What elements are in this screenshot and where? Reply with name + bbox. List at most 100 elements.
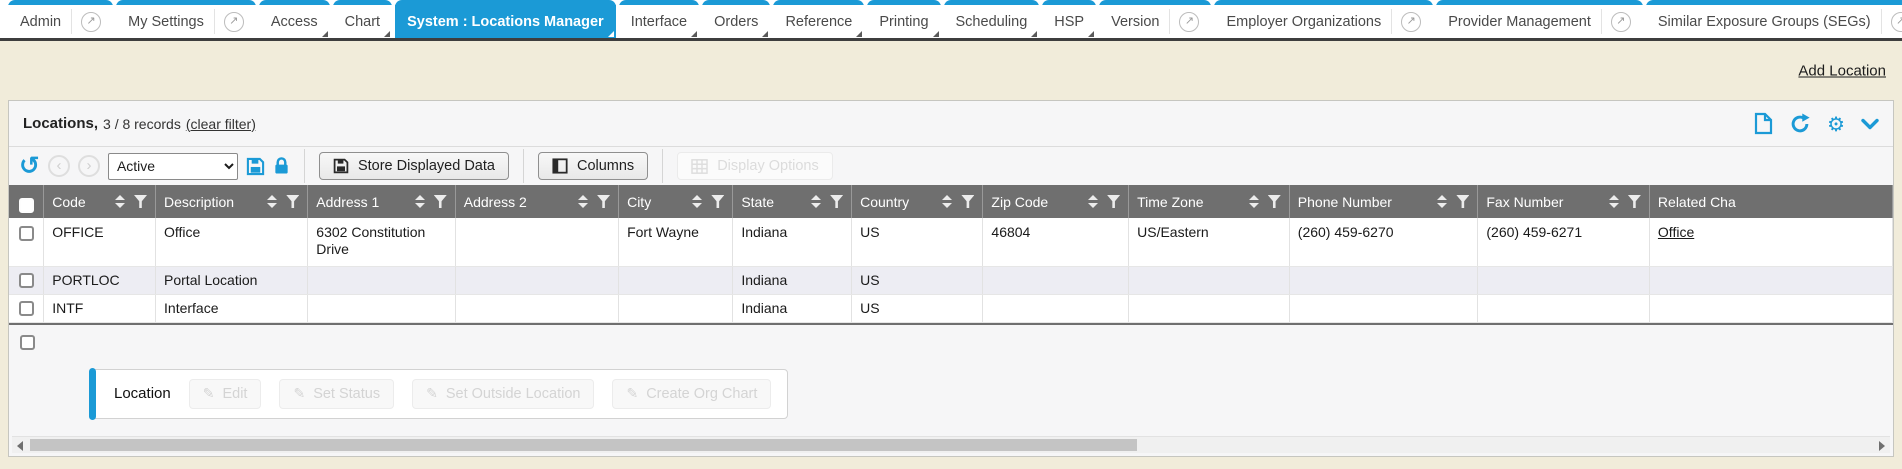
tab-version[interactable]: Version↗: [1099, 0, 1211, 38]
tab-system-locations-manager[interactable]: System : Locations Manager: [395, 0, 616, 38]
tab-caret-icon: [762, 31, 768, 37]
column-label: Related Cha: [1658, 194, 1736, 210]
sort-icon[interactable]: [1249, 195, 1259, 208]
sort-icon[interactable]: [692, 195, 702, 208]
cell-text: INTF: [52, 300, 83, 316]
open-in-new-icon[interactable]: ↗: [1401, 12, 1421, 32]
collapse-chevron-icon[interactable]: [1861, 118, 1879, 130]
tab-interface[interactable]: Interface: [619, 0, 699, 38]
filter-icon[interactable]: [434, 195, 447, 208]
new-document-icon[interactable]: [1754, 112, 1773, 135]
tab-my-settings[interactable]: My Settings↗: [116, 0, 256, 38]
next-page-button[interactable]: ›: [78, 155, 100, 177]
filter-icon[interactable]: [1456, 195, 1469, 208]
filter-icon[interactable]: [1628, 195, 1641, 208]
sort-up-arrow: [1437, 195, 1447, 200]
sort-up-arrow: [115, 195, 125, 200]
tab-employer-organizations[interactable]: Employer Organizations↗: [1214, 0, 1433, 38]
tab-reference[interactable]: Reference: [773, 0, 864, 38]
columns-button[interactable]: Columns: [538, 152, 648, 180]
column-header-related-cha[interactable]: Related Cha: [1649, 185, 1892, 218]
panel-accent-bar: [89, 368, 96, 420]
filter-icon[interactable]: [134, 195, 147, 208]
horizontal-scrollbar[interactable]: [12, 436, 1890, 453]
tab-body: Printing: [867, 5, 940, 38]
cell-description: Interface: [156, 294, 308, 322]
open-in-new-icon[interactable]: ↗: [1891, 12, 1902, 32]
column-header-zip-code[interactable]: Zip Code: [983, 185, 1129, 218]
sort-icon[interactable]: [578, 195, 588, 208]
tab-admin[interactable]: Admin↗: [8, 0, 113, 38]
sort-icon[interactable]: [1088, 195, 1098, 208]
cell-address-2: [455, 266, 618, 294]
open-in-new-icon[interactable]: ↗: [81, 12, 101, 32]
button-label: Edit: [222, 386, 247, 402]
cell-state: Indiana: [733, 218, 852, 266]
scroll-left-arrow-icon[interactable]: [17, 441, 23, 451]
tab-label: Printing: [879, 14, 928, 30]
column-header-inner: Related Cha: [1658, 194, 1884, 210]
row-checkbox[interactable]: [19, 301, 34, 316]
row-checkbox[interactable]: [19, 273, 34, 288]
cell-text: 46804: [991, 224, 1030, 240]
cell-text: Interface: [164, 300, 218, 316]
bottom-select-checkbox[interactable]: [20, 335, 35, 350]
cell-address-1: [308, 266, 455, 294]
column-header-code[interactable]: Code: [44, 185, 156, 218]
lock-icon[interactable]: [273, 156, 290, 176]
sort-icon[interactable]: [942, 195, 952, 208]
filter-icon[interactable]: [961, 195, 974, 208]
column-header-fax-number[interactable]: Fax Number: [1478, 185, 1650, 218]
column-header-phone-number[interactable]: Phone Number: [1289, 185, 1478, 218]
tab-printing[interactable]: Printing: [867, 0, 940, 38]
undo-refresh-icon[interactable]: ↺: [19, 155, 40, 177]
sort-icon[interactable]: [267, 195, 277, 208]
column-header-description[interactable]: Description: [156, 185, 308, 218]
tab-scheduling[interactable]: Scheduling: [944, 0, 1040, 38]
tab-provider-management[interactable]: Provider Management↗: [1436, 0, 1643, 38]
filter-icon[interactable]: [286, 195, 299, 208]
row-checkbox[interactable]: [19, 226, 34, 241]
column-header-time-zone[interactable]: Time Zone: [1129, 185, 1290, 218]
refresh-icon[interactable]: [1789, 113, 1811, 135]
save-view-icon[interactable]: [246, 157, 265, 176]
tab-orders[interactable]: Orders: [702, 0, 770, 38]
tab-access[interactable]: Access: [259, 0, 330, 38]
sort-icon[interactable]: [1609, 195, 1619, 208]
previous-page-button[interactable]: ‹: [48, 155, 70, 177]
add-location-link[interactable]: Add Location: [1798, 62, 1886, 79]
sort-icon[interactable]: [811, 195, 821, 208]
scrollbar-thumb[interactable]: [30, 439, 1137, 451]
tab-hsp[interactable]: HSP: [1042, 0, 1096, 38]
filter-icon[interactable]: [597, 195, 610, 208]
column-header-state[interactable]: State: [733, 185, 852, 218]
filter-icon[interactable]: [1268, 195, 1281, 208]
column-header-address-1[interactable]: Address 1: [308, 185, 455, 218]
status-filter-select[interactable]: Active: [108, 153, 238, 180]
cell-address-2: [455, 294, 618, 322]
column-header-address-2[interactable]: Address 2: [455, 185, 618, 218]
filter-icon[interactable]: [830, 195, 843, 208]
related-chart-link[interactable]: Office: [1658, 224, 1694, 240]
column-header-city[interactable]: City: [619, 185, 733, 218]
select-all-checkbox[interactable]: [19, 198, 34, 213]
tab-chart[interactable]: Chart: [333, 0, 392, 38]
sort-icon[interactable]: [1437, 195, 1447, 208]
locations-table: CodeDescriptionAddress 1Address 2CitySta…: [9, 185, 1893, 323]
cell-text: 6302 Constitution Drive: [316, 224, 425, 257]
sort-icon[interactable]: [415, 195, 425, 208]
scroll-right-arrow-icon[interactable]: [1879, 441, 1885, 451]
store-displayed-data-button[interactable]: Store Displayed Data: [319, 152, 509, 180]
sort-icon[interactable]: [115, 195, 125, 208]
filter-icon[interactable]: [711, 195, 724, 208]
open-in-new-icon[interactable]: ↗: [224, 12, 244, 32]
open-in-new-icon[interactable]: ↗: [1611, 12, 1631, 32]
tab-similar-exposure-groups-segs[interactable]: Similar Exposure Groups (SEGs)↗: [1646, 0, 1902, 38]
filter-icon[interactable]: [1107, 195, 1120, 208]
clear-filter-link[interactable]: (clear filter): [186, 116, 256, 132]
cell-description: Office: [156, 218, 308, 266]
open-in-new-icon[interactable]: ↗: [1179, 12, 1199, 32]
gear-icon[interactable]: ⚙: [1827, 114, 1845, 134]
tab-label: Interface: [631, 14, 687, 30]
column-header-country[interactable]: Country: [852, 185, 983, 218]
